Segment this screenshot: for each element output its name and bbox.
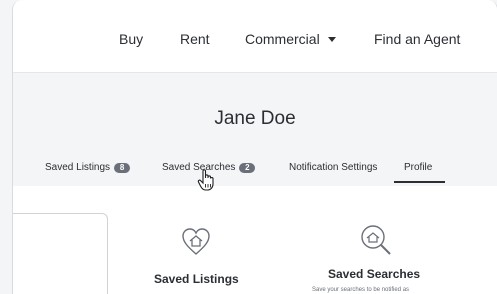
nav-rent[interactable]: Rent [180,31,210,47]
side-card [13,213,108,294]
hand-pointer-icon [197,169,214,191]
saved-listings-card-title[interactable]: Saved Listings [154,272,239,286]
top-navigation: Buy Rent Commercial Find an Agent [13,0,497,73]
magnifier-house-icon [361,225,391,255]
saved-searches-card-description: Save your searches to be notified as [312,287,410,293]
nav-commercial-label: Commercial [245,31,320,47]
heart-house-icon [182,228,210,255]
tab-saved-listings-label: Saved Listings [45,162,111,173]
nav-commercial[interactable]: Commercial [245,31,336,47]
app-window: Buy Rent Commercial Find an Agent Jane D… [12,0,497,294]
active-tab-indicator [394,181,445,183]
tab-saved-listings[interactable]: Saved Listings 8 [45,162,131,173]
count-badge: 2 [239,163,256,173]
caret-down-icon [327,37,336,42]
tab-notification-settings[interactable]: Notification Settings [289,162,377,173]
nav-find-an-agent[interactable]: Find an Agent [374,31,460,47]
nav-buy[interactable]: Buy [119,31,143,47]
tab-profile[interactable]: Profile [404,162,432,173]
count-badge: 8 [114,163,131,173]
saved-searches-card-title[interactable]: Saved Searches [328,267,420,281]
profile-name: Jane Doe [214,108,296,129]
